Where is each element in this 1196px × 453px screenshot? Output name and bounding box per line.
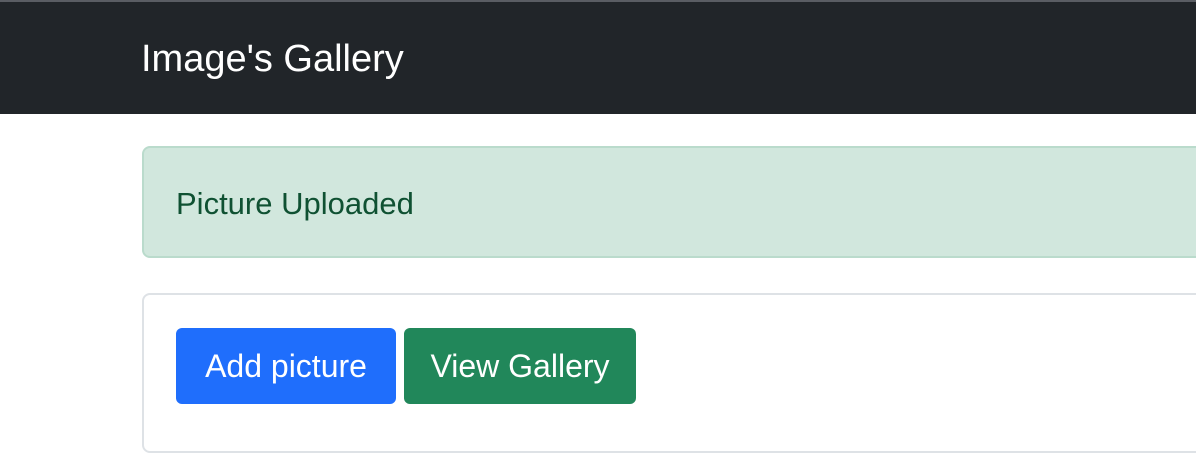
view-gallery-button[interactable]: View Gallery [404,328,636,404]
navbar: Image's Gallery [0,2,1196,114]
alert-message: Picture Uploaded [176,186,414,221]
actions-card: Add picture View Gallery [142,293,1196,453]
success-alert: Picture Uploaded [142,146,1196,258]
add-picture-button[interactable]: Add picture [176,328,396,404]
navbar-brand[interactable]: Image's Gallery [141,36,404,82]
